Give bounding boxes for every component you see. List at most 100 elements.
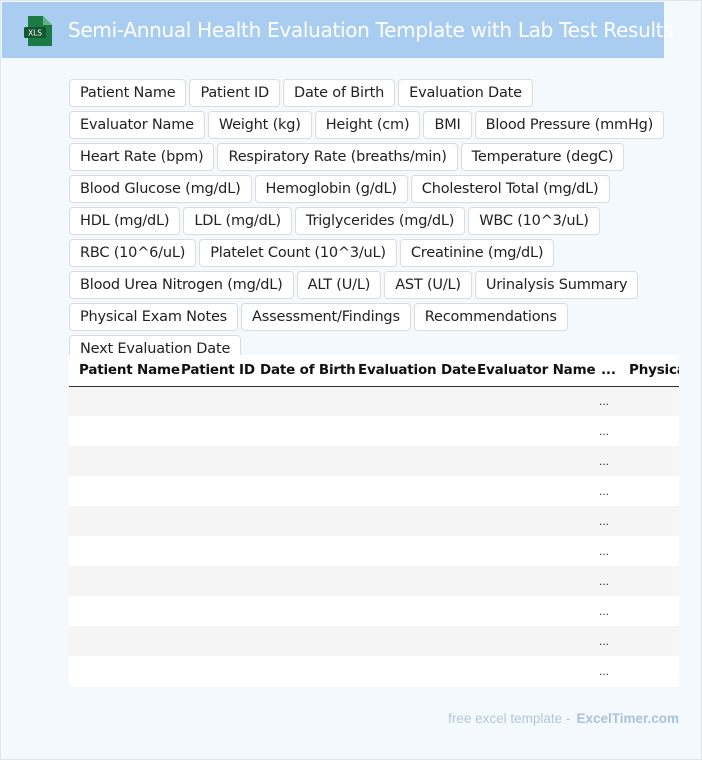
table-cell[interactable] xyxy=(69,476,171,506)
table-cell[interactable] xyxy=(619,476,679,506)
svg-text:XLS: XLS xyxy=(28,29,42,38)
data-table: Patient Name Patient ID Date of Birth Evalu… xyxy=(69,355,679,686)
table-cell[interactable] xyxy=(171,386,250,416)
table-cell[interactable] xyxy=(348,476,467,506)
table-cell[interactable] xyxy=(250,386,348,416)
table-cell[interactable] xyxy=(467,446,593,476)
table-cell[interactable] xyxy=(171,536,250,566)
field-tag-list: Patient Name Patient ID Date of Birth Evalu… xyxy=(69,79,669,363)
page-title: Semi-Annual Health Evaluation Template w… xyxy=(68,18,674,42)
table-cell[interactable] xyxy=(348,416,467,446)
table-cell[interactable] xyxy=(348,626,467,656)
table-cell[interactable] xyxy=(467,566,593,596)
table-cell[interactable] xyxy=(171,506,250,536)
table-cell[interactable] xyxy=(467,476,593,506)
field-tag: Physical Exam Notes xyxy=(69,303,239,331)
table-cell[interactable] xyxy=(619,506,679,536)
table-cell[interactable] xyxy=(348,446,467,476)
table-cell[interactable] xyxy=(619,416,679,446)
table-cell[interactable] xyxy=(171,566,250,596)
table-cell[interactable] xyxy=(250,536,348,566)
ellipsis-cell[interactable]: ... xyxy=(593,626,619,656)
table-cell[interactable] xyxy=(348,596,467,626)
table-row: ... xyxy=(69,536,679,566)
table-cell[interactable] xyxy=(69,446,171,476)
field-tag: HDL (mg/dL) xyxy=(69,207,181,235)
xls-file-icon: XLS xyxy=(24,16,52,46)
table-cell[interactable] xyxy=(467,536,593,566)
table-cell[interactable] xyxy=(250,476,348,506)
table-cell[interactable] xyxy=(69,416,171,446)
table-cell[interactable] xyxy=(69,386,171,416)
ellipsis-cell[interactable]: ... xyxy=(593,416,619,446)
column-header[interactable]: Patient Name xyxy=(69,355,180,387)
table-cell[interactable] xyxy=(171,476,250,506)
table-cell[interactable] xyxy=(250,656,348,686)
table-cell[interactable] xyxy=(171,656,250,686)
table-cell[interactable] xyxy=(619,386,679,416)
field-tag: Patient ID xyxy=(189,79,281,107)
footer-brand-link[interactable]: ExcelTimer.com xyxy=(576,711,679,726)
table-cell[interactable] xyxy=(250,506,348,536)
field-tag: AST (U/L) xyxy=(384,271,472,299)
table-cell[interactable] xyxy=(348,566,467,596)
table-cell[interactable] xyxy=(467,416,593,446)
ellipsis-cell[interactable]: ... xyxy=(593,446,619,476)
ellipsis-cell[interactable]: ... xyxy=(593,566,619,596)
column-header[interactable]: Patient ID xyxy=(171,355,255,387)
table-cell[interactable] xyxy=(250,566,348,596)
table-cell[interactable] xyxy=(171,596,250,626)
column-header[interactable]: Evaluation Date xyxy=(348,355,476,387)
table-cell[interactable] xyxy=(467,656,593,686)
table-cell[interactable] xyxy=(171,416,250,446)
table-cell[interactable] xyxy=(250,446,348,476)
column-header[interactable]: Evaluator Name xyxy=(467,355,596,387)
table-cell[interactable] xyxy=(69,536,171,566)
table-cell[interactable] xyxy=(69,506,171,536)
ellipsis-cell[interactable]: ... xyxy=(593,656,619,686)
table-cell[interactable] xyxy=(250,626,348,656)
table-cell[interactable] xyxy=(69,656,171,686)
table-cell[interactable] xyxy=(171,446,250,476)
table-row: ... xyxy=(69,446,679,476)
table-row: ... xyxy=(69,416,679,446)
table-cell[interactable] xyxy=(69,626,171,656)
table-row: ... xyxy=(69,476,679,506)
table-cell[interactable] xyxy=(619,656,679,686)
table-cell[interactable] xyxy=(171,626,250,656)
ellipsis-cell[interactable]: ... xyxy=(593,506,619,536)
table-cell[interactable] xyxy=(467,506,593,536)
column-header[interactable]: Date of Birth xyxy=(250,355,356,387)
data-table-container[interactable]: Patient Name Patient ID Date of Birth Evalu… xyxy=(69,355,679,687)
table-cell[interactable] xyxy=(619,566,679,596)
field-tag: Blood Pressure (mmHg) xyxy=(474,111,665,139)
table-cell[interactable] xyxy=(250,596,348,626)
table-cell[interactable] xyxy=(619,536,679,566)
table-cell[interactable] xyxy=(619,626,679,656)
field-tag: RBC (10^6/uL) xyxy=(69,239,197,267)
ellipsis-cell[interactable]: ... xyxy=(593,476,619,506)
table-cell[interactable] xyxy=(467,626,593,656)
table-cell[interactable] xyxy=(348,386,467,416)
table-cell[interactable] xyxy=(467,386,593,416)
field-tag: Evaluation Date xyxy=(398,79,533,107)
ellipsis-cell[interactable]: ... xyxy=(593,386,619,416)
field-tag: Respiratory Rate (breaths/min) xyxy=(217,143,458,171)
ellipsis-cell[interactable]: ... xyxy=(593,596,619,626)
column-header[interactable]: ... xyxy=(593,355,619,387)
table-cell[interactable] xyxy=(348,536,467,566)
field-tag: Patient Name xyxy=(69,79,187,107)
column-header[interactable]: Physical xyxy=(619,355,679,387)
table-cell[interactable] xyxy=(619,446,679,476)
table-cell[interactable] xyxy=(69,596,171,626)
table-cell[interactable] xyxy=(467,596,593,626)
ellipsis-cell[interactable]: ... xyxy=(593,536,619,566)
table-cell[interactable] xyxy=(250,416,348,446)
field-tag: ALT (U/L) xyxy=(296,271,382,299)
field-tag: Blood Glucose (mg/dL) xyxy=(69,175,252,203)
field-tag: Evaluator Name xyxy=(69,111,205,139)
table-cell[interactable] xyxy=(619,596,679,626)
table-cell[interactable] xyxy=(69,566,171,596)
table-cell[interactable] xyxy=(348,656,467,686)
table-cell[interactable] xyxy=(348,506,467,536)
